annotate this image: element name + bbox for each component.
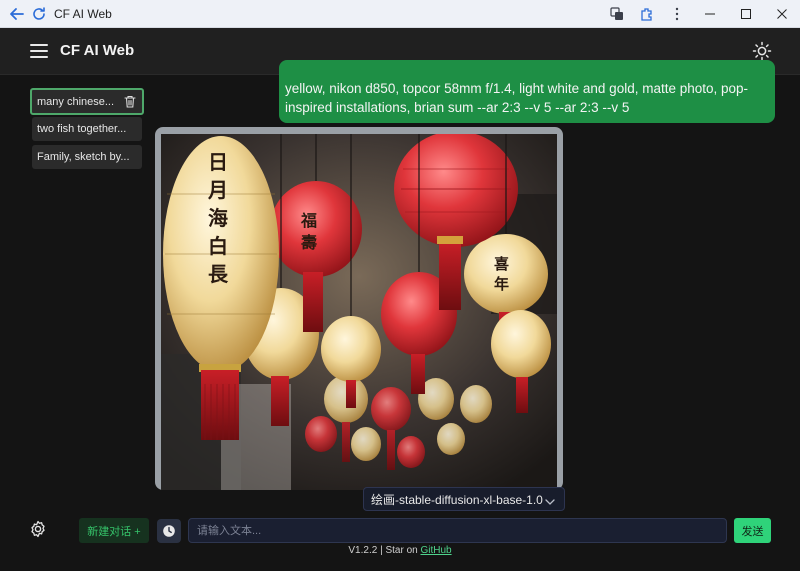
app-title: CF AI Web: [60, 42, 135, 59]
close-icon[interactable]: [764, 0, 800, 28]
settings-gear-icon[interactable]: [29, 520, 47, 538]
message-input[interactable]: [188, 518, 727, 543]
send-button[interactable]: 发送: [734, 518, 771, 543]
more-menu-icon[interactable]: [662, 0, 692, 28]
trash-icon[interactable]: [124, 95, 136, 108]
chevron-down-icon: [545, 495, 555, 505]
footer: V1.2.2 | Star on GitHub: [0, 545, 800, 556]
user-message-text: yellow, nikon d850, topcor 58mm f/1.4, l…: [285, 81, 749, 115]
menu-icon[interactable]: [30, 44, 48, 58]
version-text: V1.2.2 | Star on: [348, 545, 421, 556]
window-titlebar: CF AI Web: [0, 0, 800, 28]
github-link[interactable]: GitHub: [420, 545, 451, 556]
extensions-icon[interactable]: [632, 0, 662, 28]
back-arrow-icon[interactable]: [6, 0, 28, 28]
generated-lanterns-image: 日 月 海 白 長 福 壽 喜 年: [161, 134, 557, 490]
lantern-char: 日: [208, 150, 228, 174]
conversation-label: Family, sketch by...: [37, 151, 130, 163]
minimize-icon[interactable]: [692, 0, 728, 28]
lantern-char: 年: [494, 275, 509, 293]
window-title: CF AI Web: [54, 6, 112, 21]
generated-image-card: 日 月 海 白 長 福 壽 喜 年: [155, 127, 563, 490]
theme-toggle-sun-icon[interactable]: [752, 41, 772, 61]
input-bar: 新建对话 + 发送 V1.2.2 | Star on GitHub: [0, 512, 800, 571]
conversation-item[interactable]: Family, sketch by...: [32, 145, 142, 169]
conversation-sidebar: many chinese... two fish together... Fam…: [0, 76, 150, 511]
lantern-char: 白: [208, 234, 228, 258]
lantern-char: 長: [208, 262, 229, 286]
translate-icon[interactable]: [602, 0, 632, 28]
lantern-char: 海: [208, 206, 228, 230]
model-selector-value: 绘画-stable-diffusion-xl-base-1.0: [371, 492, 543, 507]
conversation-label: two fish together...: [37, 123, 127, 135]
new-chat-button[interactable]: 新建对话 +: [79, 518, 149, 543]
user-message-bubble: yellow, nikon d850, topcor 58mm f/1.4, l…: [279, 60, 775, 123]
history-clock-icon[interactable]: [157, 519, 181, 543]
maximize-icon[interactable]: [728, 0, 764, 28]
lantern-char: 福: [300, 211, 317, 230]
conversation-item[interactable]: many chinese...: [30, 88, 144, 115]
conversation-item[interactable]: two fish together...: [32, 117, 142, 141]
lantern-char: 月: [207, 178, 228, 202]
conversation-label: many chinese...: [37, 95, 115, 108]
model-selector[interactable]: 绘画-stable-diffusion-xl-base-1.0: [363, 487, 565, 511]
lantern-char: 壽: [301, 233, 317, 252]
lantern-char: 喜: [494, 255, 509, 273]
refresh-icon[interactable]: [28, 0, 50, 28]
